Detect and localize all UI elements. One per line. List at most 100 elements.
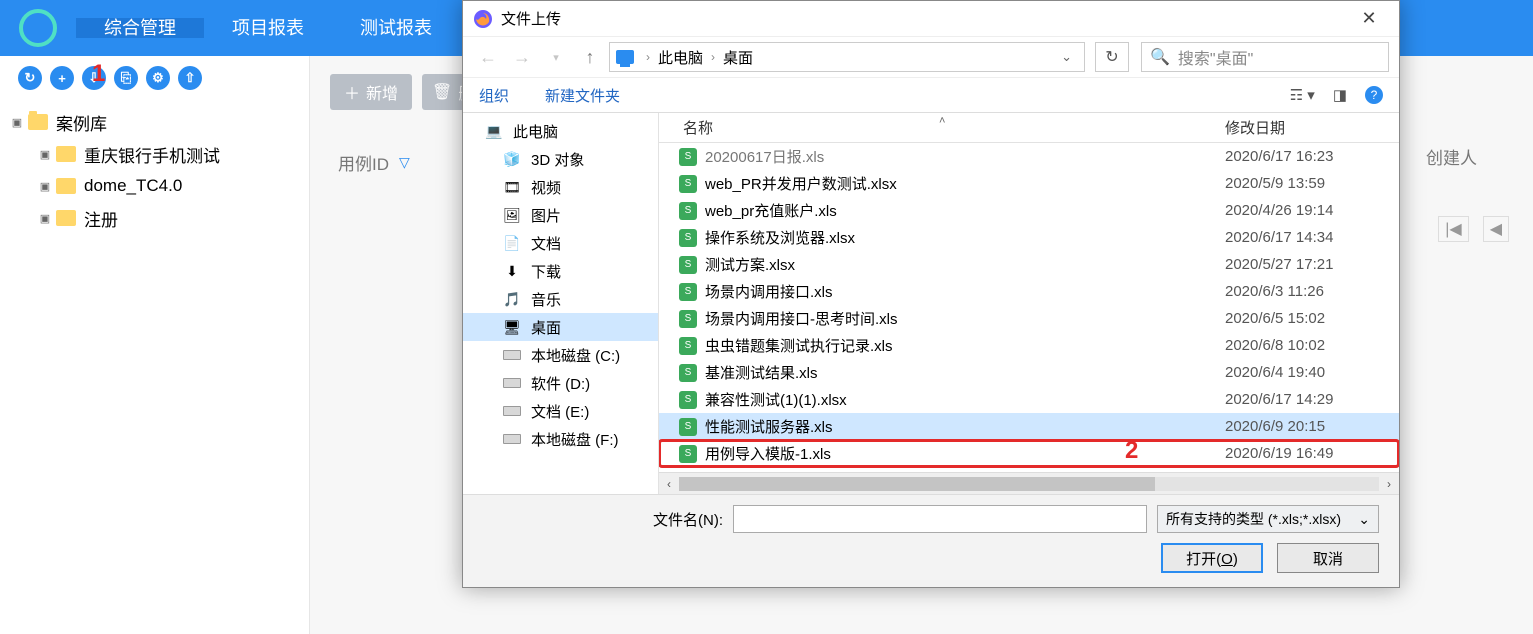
file-row[interactable]: S场景内调用接口-思考时间.xls2020/6/5 15:02 xyxy=(659,305,1399,332)
toolbar-icon-1[interactable]: + xyxy=(50,66,74,90)
folder-icon xyxy=(56,178,76,194)
file-row[interactable]: Sweb_pr充值账户.xls2020/4/26 19:14 xyxy=(659,197,1399,224)
tree-root[interactable]: ▣ 案例库 xyxy=(6,106,303,138)
toolbar-icon-3[interactable]: ⎘ xyxy=(114,66,138,90)
filename-input[interactable] xyxy=(733,505,1147,533)
file-row[interactable]: S虫虫错题集测试执行记录.xls2020/6/8 10:02 xyxy=(659,332,1399,359)
breadcrumb-root[interactable]: 此电脑 xyxy=(658,47,703,68)
refresh-icon[interactable]: ↻ xyxy=(1095,42,1129,72)
nav-back-icon[interactable]: ← xyxy=(473,47,503,68)
place-label: 下载 xyxy=(531,261,561,282)
file-row[interactable]: S用例导入模版-1.xls2020/6/19 16:49 xyxy=(659,440,1399,467)
collapse-icon[interactable]: ▣ xyxy=(10,116,24,129)
excel-icon: S xyxy=(679,337,697,355)
tree-item[interactable]: ▣ 重庆银行手机测试 xyxy=(6,138,303,170)
dialog-footer: 文件名(N): 所有支持的类型 (*.xls;*.xlsx) ⌄ 打开(O) 取… xyxy=(463,494,1399,587)
file-name: web_pr充值账户.xls xyxy=(705,200,1225,221)
breadcrumb-current[interactable]: 桌面 xyxy=(723,47,753,68)
file-row[interactable]: S性能测试服务器.xls2020/6/9 20:15 xyxy=(659,413,1399,440)
scroll-right-icon[interactable]: › xyxy=(1379,477,1399,491)
excel-icon: S xyxy=(679,148,697,166)
cube-icon: 🧊 xyxy=(503,150,521,168)
file-row[interactable]: S场景内调用接口.xls2020/6/3 11:26 xyxy=(659,278,1399,305)
file-name: 场景内调用接口-思考时间.xls xyxy=(705,308,1225,329)
file-row[interactable]: S测试方案.xlsx2020/5/27 17:21 xyxy=(659,251,1399,278)
place-item[interactable]: 🧊3D 对象 xyxy=(463,145,658,173)
trash-icon: 🗑 xyxy=(432,82,452,102)
pager-first[interactable]: |◀ xyxy=(1438,216,1468,242)
folder-icon xyxy=(28,114,48,130)
place-label: 本地磁盘 (F:) xyxy=(531,429,619,450)
place-label: 音乐 xyxy=(531,289,561,310)
file-date: 2020/4/26 19:14 xyxy=(1225,202,1333,219)
preview-pane-icon[interactable]: ◨ xyxy=(1333,86,1347,104)
view-mode-icon[interactable]: ☶ ▾ xyxy=(1290,86,1315,104)
tree-item-label: 注册 xyxy=(84,206,118,231)
place-item[interactable]: ⬇下载 xyxy=(463,257,658,285)
horizontal-scrollbar[interactable]: ‹ › xyxy=(659,472,1399,494)
path-dropdown-icon[interactable]: ⌄ xyxy=(1055,49,1078,65)
organize-button[interactable]: 组织 xyxy=(479,85,509,106)
place-label: 文档 xyxy=(531,233,561,254)
nav-item[interactable]: 测试报表 xyxy=(332,18,460,38)
place-item[interactable]: 💻此电脑 xyxy=(463,117,658,145)
dialog-titlebar[interactable]: 文件上传 ✕ xyxy=(463,1,1399,37)
file-list-header: ˄ 名称 修改日期 xyxy=(659,113,1399,143)
expand-icon[interactable]: ▣ xyxy=(38,212,52,225)
nav-forward-icon[interactable]: → xyxy=(507,47,537,68)
scroll-left-icon[interactable]: ‹ xyxy=(659,477,679,491)
search-icon: 🔍 xyxy=(1150,47,1170,67)
toolbar-icon-4[interactable]: ⚙ xyxy=(146,66,170,90)
file-row[interactable]: S兼容性测试(1)(1).xlsx2020/6/17 14:29 xyxy=(659,386,1399,413)
toolbar-icon-0[interactable]: ↻ xyxy=(18,66,42,90)
expand-icon[interactable]: ▣ xyxy=(38,180,52,193)
desktop-icon: 🖥 xyxy=(503,318,521,336)
path-bar[interactable]: › 此电脑 › 桌面 ⌄ xyxy=(609,42,1085,72)
place-item[interactable]: 🎞视频 xyxy=(463,173,658,201)
help-icon[interactable]: ? xyxy=(1365,86,1383,104)
chevron-down-icon[interactable]: ▾ xyxy=(541,51,571,64)
place-item[interactable]: 🖥桌面 xyxy=(463,313,658,341)
filter-icon[interactable]: ▽ xyxy=(399,154,410,171)
tree-item-label: 重庆银行手机测试 xyxy=(84,142,220,167)
place-item[interactable]: 本地磁盘 (C:) xyxy=(463,341,658,369)
file-name: 操作系统及浏览器.xlsx xyxy=(705,227,1225,248)
file-upload-dialog: 文件上传 ✕ ← → ▾ ↑ › 此电脑 › 桌面 ⌄ ↻ 🔍 搜索"桌面" 组… xyxy=(462,0,1400,588)
place-item[interactable]: 软件 (D:) xyxy=(463,369,658,397)
col-date-header[interactable]: 修改日期 xyxy=(1219,117,1399,138)
nav-item[interactable]: 项目报表 xyxy=(204,18,332,38)
nav-item[interactable]: 综合管理 xyxy=(76,18,204,38)
place-item[interactable]: 本地磁盘 (F:) xyxy=(463,425,658,453)
excel-icon: S xyxy=(679,256,697,274)
file-row[interactable]: S基准测试结果.xls2020/6/4 19:40 xyxy=(659,359,1399,386)
doc-icon: 📄 xyxy=(503,234,521,252)
tree-item[interactable]: ▣ 注册 xyxy=(6,202,303,234)
filetype-label: 所有支持的类型 (*.xls;*.xlsx) xyxy=(1166,509,1341,529)
new-folder-button[interactable]: 新建文件夹 xyxy=(545,85,620,106)
new-button[interactable]: ＋ 新增 xyxy=(330,74,412,110)
music-icon: 🎵 xyxy=(503,290,521,308)
excel-icon: S xyxy=(679,283,697,301)
filetype-select[interactable]: 所有支持的类型 (*.xls;*.xlsx) ⌄ xyxy=(1157,505,1379,533)
pc-icon: 💻 xyxy=(485,122,503,140)
excel-icon: S xyxy=(679,310,697,328)
search-input[interactable]: 🔍 搜索"桌面" xyxy=(1141,42,1389,72)
folder-icon xyxy=(56,210,76,226)
file-row[interactable]: S20200617日报.xls2020/6/17 16:23 xyxy=(659,143,1399,170)
close-icon[interactable]: ✕ xyxy=(1349,8,1389,29)
open-button[interactable]: 打开(O) xyxy=(1161,543,1263,573)
place-item[interactable]: 📄 文档 xyxy=(463,229,658,257)
nav-up-icon[interactable]: ↑ xyxy=(575,47,605,68)
tree-item[interactable]: ▣dome_TC4.0 xyxy=(6,170,303,202)
place-item[interactable]: 🎵 音乐 xyxy=(463,285,658,313)
file-row[interactable]: S操作系统及浏览器.xlsx2020/6/17 14:34 xyxy=(659,224,1399,251)
file-date: 2020/6/17 14:29 xyxy=(1225,391,1333,408)
pager-prev[interactable]: ◀ xyxy=(1483,216,1509,242)
cancel-button[interactable]: 取消 xyxy=(1277,543,1379,573)
place-item[interactable]: 🖼图片 xyxy=(463,201,658,229)
expand-icon[interactable]: ▣ xyxy=(38,148,52,161)
place-item[interactable]: 文档 (E:) xyxy=(463,397,658,425)
toolbar-icon-5[interactable]: ⇧ xyxy=(178,66,202,90)
dialog-navbar: ← → ▾ ↑ › 此电脑 › 桌面 ⌄ ↻ 🔍 搜索"桌面" xyxy=(463,37,1399,77)
file-row[interactable]: Sweb_PR并发用户数测试.xlsx2020/5/9 13:59 xyxy=(659,170,1399,197)
